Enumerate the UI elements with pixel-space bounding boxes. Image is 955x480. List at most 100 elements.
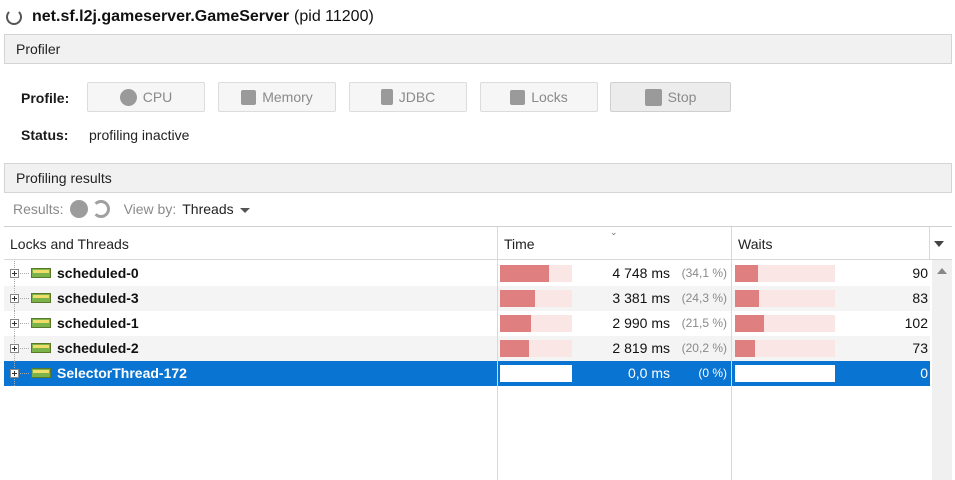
- time-bar-fill: [500, 315, 531, 332]
- time-percent: (20,2 %): [681, 341, 727, 355]
- time-bar: [500, 365, 572, 382]
- thread-name: SelectorThread-172: [57, 365, 187, 381]
- thread-name: scheduled-2: [57, 340, 139, 356]
- waits-cell: 73: [732, 336, 930, 361]
- results-section-title: Profiling results: [16, 170, 112, 186]
- profiler-section-title: Profiler: [16, 41, 61, 57]
- thread-cell: SelectorThread-172: [4, 361, 497, 386]
- table-header: Locks and Threads Time Waits ⌄: [4, 227, 952, 260]
- stop-button[interactable]: Stop: [610, 82, 731, 112]
- view-by-dropdown[interactable]: Threads: [182, 201, 250, 217]
- expand-icon[interactable]: [10, 319, 19, 328]
- table-row[interactable]: scheduled-1 2 990 ms (21,5 %) 102: [4, 311, 930, 336]
- results-section-header[interactable]: Profiling results: [4, 163, 952, 193]
- results-table: Locks and Threads Time Waits ⌄ scheduled…: [4, 226, 952, 480]
- thread-name: scheduled-1: [57, 315, 139, 331]
- waits-cell: 83: [732, 286, 930, 311]
- thread-name: scheduled-0: [57, 265, 139, 281]
- time-bar: [500, 315, 572, 332]
- expand-icon[interactable]: [10, 269, 19, 278]
- time-cell: 2 819 ms (20,2 %): [498, 336, 731, 361]
- time-bar-fill: [500, 340, 529, 357]
- stop-button-label: Stop: [667, 89, 697, 105]
- thread-cell: scheduled-1: [4, 311, 497, 336]
- thread-cell: scheduled-2: [4, 336, 497, 361]
- waits-bar: [735, 365, 835, 382]
- cpu-button-label: CPU: [142, 89, 173, 105]
- sort-indicator-icon: ⌄: [610, 227, 618, 237]
- snapshot-icon[interactable]: [69, 200, 88, 218]
- refresh-icon[interactable]: [91, 200, 110, 218]
- table-row[interactable]: scheduled-3 3 381 ms (24,3 %) 83: [4, 286, 930, 311]
- vertical-scrollbar[interactable]: [932, 260, 952, 480]
- tree-connector: [20, 273, 29, 274]
- memory-icon: [241, 89, 257, 105]
- waits-value: 102: [904, 315, 928, 331]
- profiler-section-header[interactable]: Profiler: [4, 34, 952, 64]
- time-bar-fill: [500, 265, 549, 282]
- waits-cell: 0: [732, 361, 930, 386]
- thread-icon: [31, 318, 51, 328]
- waits-value: 83: [912, 290, 928, 306]
- scroll-up-icon[interactable]: [937, 268, 947, 274]
- waits-bar: [735, 265, 835, 282]
- time-percent: (34,1 %): [681, 266, 727, 280]
- column-header-label: Locks and Threads: [10, 235, 129, 252]
- jdbc-button-label: JDBC: [398, 89, 436, 105]
- tree-connector: [20, 298, 29, 299]
- profile-row: Profile:: [21, 82, 87, 114]
- waits-bar: [735, 340, 835, 357]
- results-toolbar: Results: View by: Threads: [13, 197, 250, 221]
- waits-bar: [735, 290, 835, 307]
- jdbc-icon: [380, 89, 393, 105]
- time-value: 2 990 ms: [612, 315, 670, 331]
- waits-value: 90: [912, 265, 928, 281]
- waits-value: 0: [920, 365, 928, 381]
- locks-button[interactable]: Locks: [480, 82, 598, 112]
- thread-name: scheduled-3: [57, 290, 139, 306]
- column-header-label: Waits: [738, 235, 773, 252]
- time-percent: (21,5 %): [681, 316, 727, 330]
- column-header-locks-threads[interactable]: Locks and Threads: [4, 227, 498, 260]
- stop-icon: [644, 88, 662, 106]
- waits-bar-fill: [735, 265, 758, 282]
- time-value: 2 819 ms: [612, 340, 670, 356]
- thread-cell: scheduled-0: [4, 261, 497, 286]
- profile-label: Profile:: [21, 90, 70, 106]
- column-menu-button[interactable]: [930, 235, 948, 253]
- cpu-icon: [119, 88, 137, 106]
- view-by-value: Threads: [182, 201, 234, 217]
- column-divider: [497, 227, 498, 480]
- table-row[interactable]: scheduled-0 4 748 ms (34,1 %) 90: [4, 261, 930, 286]
- waits-cell: 90: [732, 261, 930, 286]
- table-row[interactable]: scheduled-2 2 819 ms (20,2 %) 73: [4, 336, 930, 361]
- thread-cell: scheduled-3: [4, 286, 497, 311]
- waits-bar-fill: [735, 340, 755, 357]
- status-row: Status: profiling inactive: [21, 124, 189, 146]
- tree-connector: [20, 323, 29, 324]
- app-title: net.sf.l2j.gameserver.GameServer: [32, 8, 290, 25]
- thread-icon: [31, 268, 51, 278]
- process-id: (pid 11200): [294, 8, 374, 25]
- jdbc-button[interactable]: JDBC: [349, 82, 467, 112]
- time-cell: 3 381 ms (24,3 %): [498, 286, 731, 311]
- column-divider: [731, 227, 732, 480]
- time-cell: 2 990 ms (21,5 %): [498, 311, 731, 336]
- time-value: 0,0 ms: [627, 365, 670, 381]
- waits-bar: [735, 315, 835, 332]
- time-cell: 0,0 ms (0 %): [498, 361, 731, 386]
- expand-icon[interactable]: [10, 369, 19, 378]
- cpu-button[interactable]: CPU: [87, 82, 205, 112]
- view-by-label: View by:: [123, 201, 177, 217]
- waits-cell: 102: [732, 311, 930, 336]
- expand-icon[interactable]: [10, 294, 19, 303]
- column-header-waits[interactable]: Waits: [732, 227, 930, 260]
- title-bar: net.sf.l2j.gameserver.GameServer (pid 11…: [0, 0, 955, 34]
- time-bar: [500, 340, 572, 357]
- table-row[interactable]: SelectorThread-172 0,0 ms (0 %) 0: [4, 361, 930, 386]
- expand-icon[interactable]: [10, 344, 19, 353]
- waits-bar-fill: [735, 315, 764, 332]
- memory-button[interactable]: Memory: [218, 82, 336, 112]
- dropdown-arrow-icon: [934, 241, 944, 247]
- time-bar-fill: [500, 290, 535, 307]
